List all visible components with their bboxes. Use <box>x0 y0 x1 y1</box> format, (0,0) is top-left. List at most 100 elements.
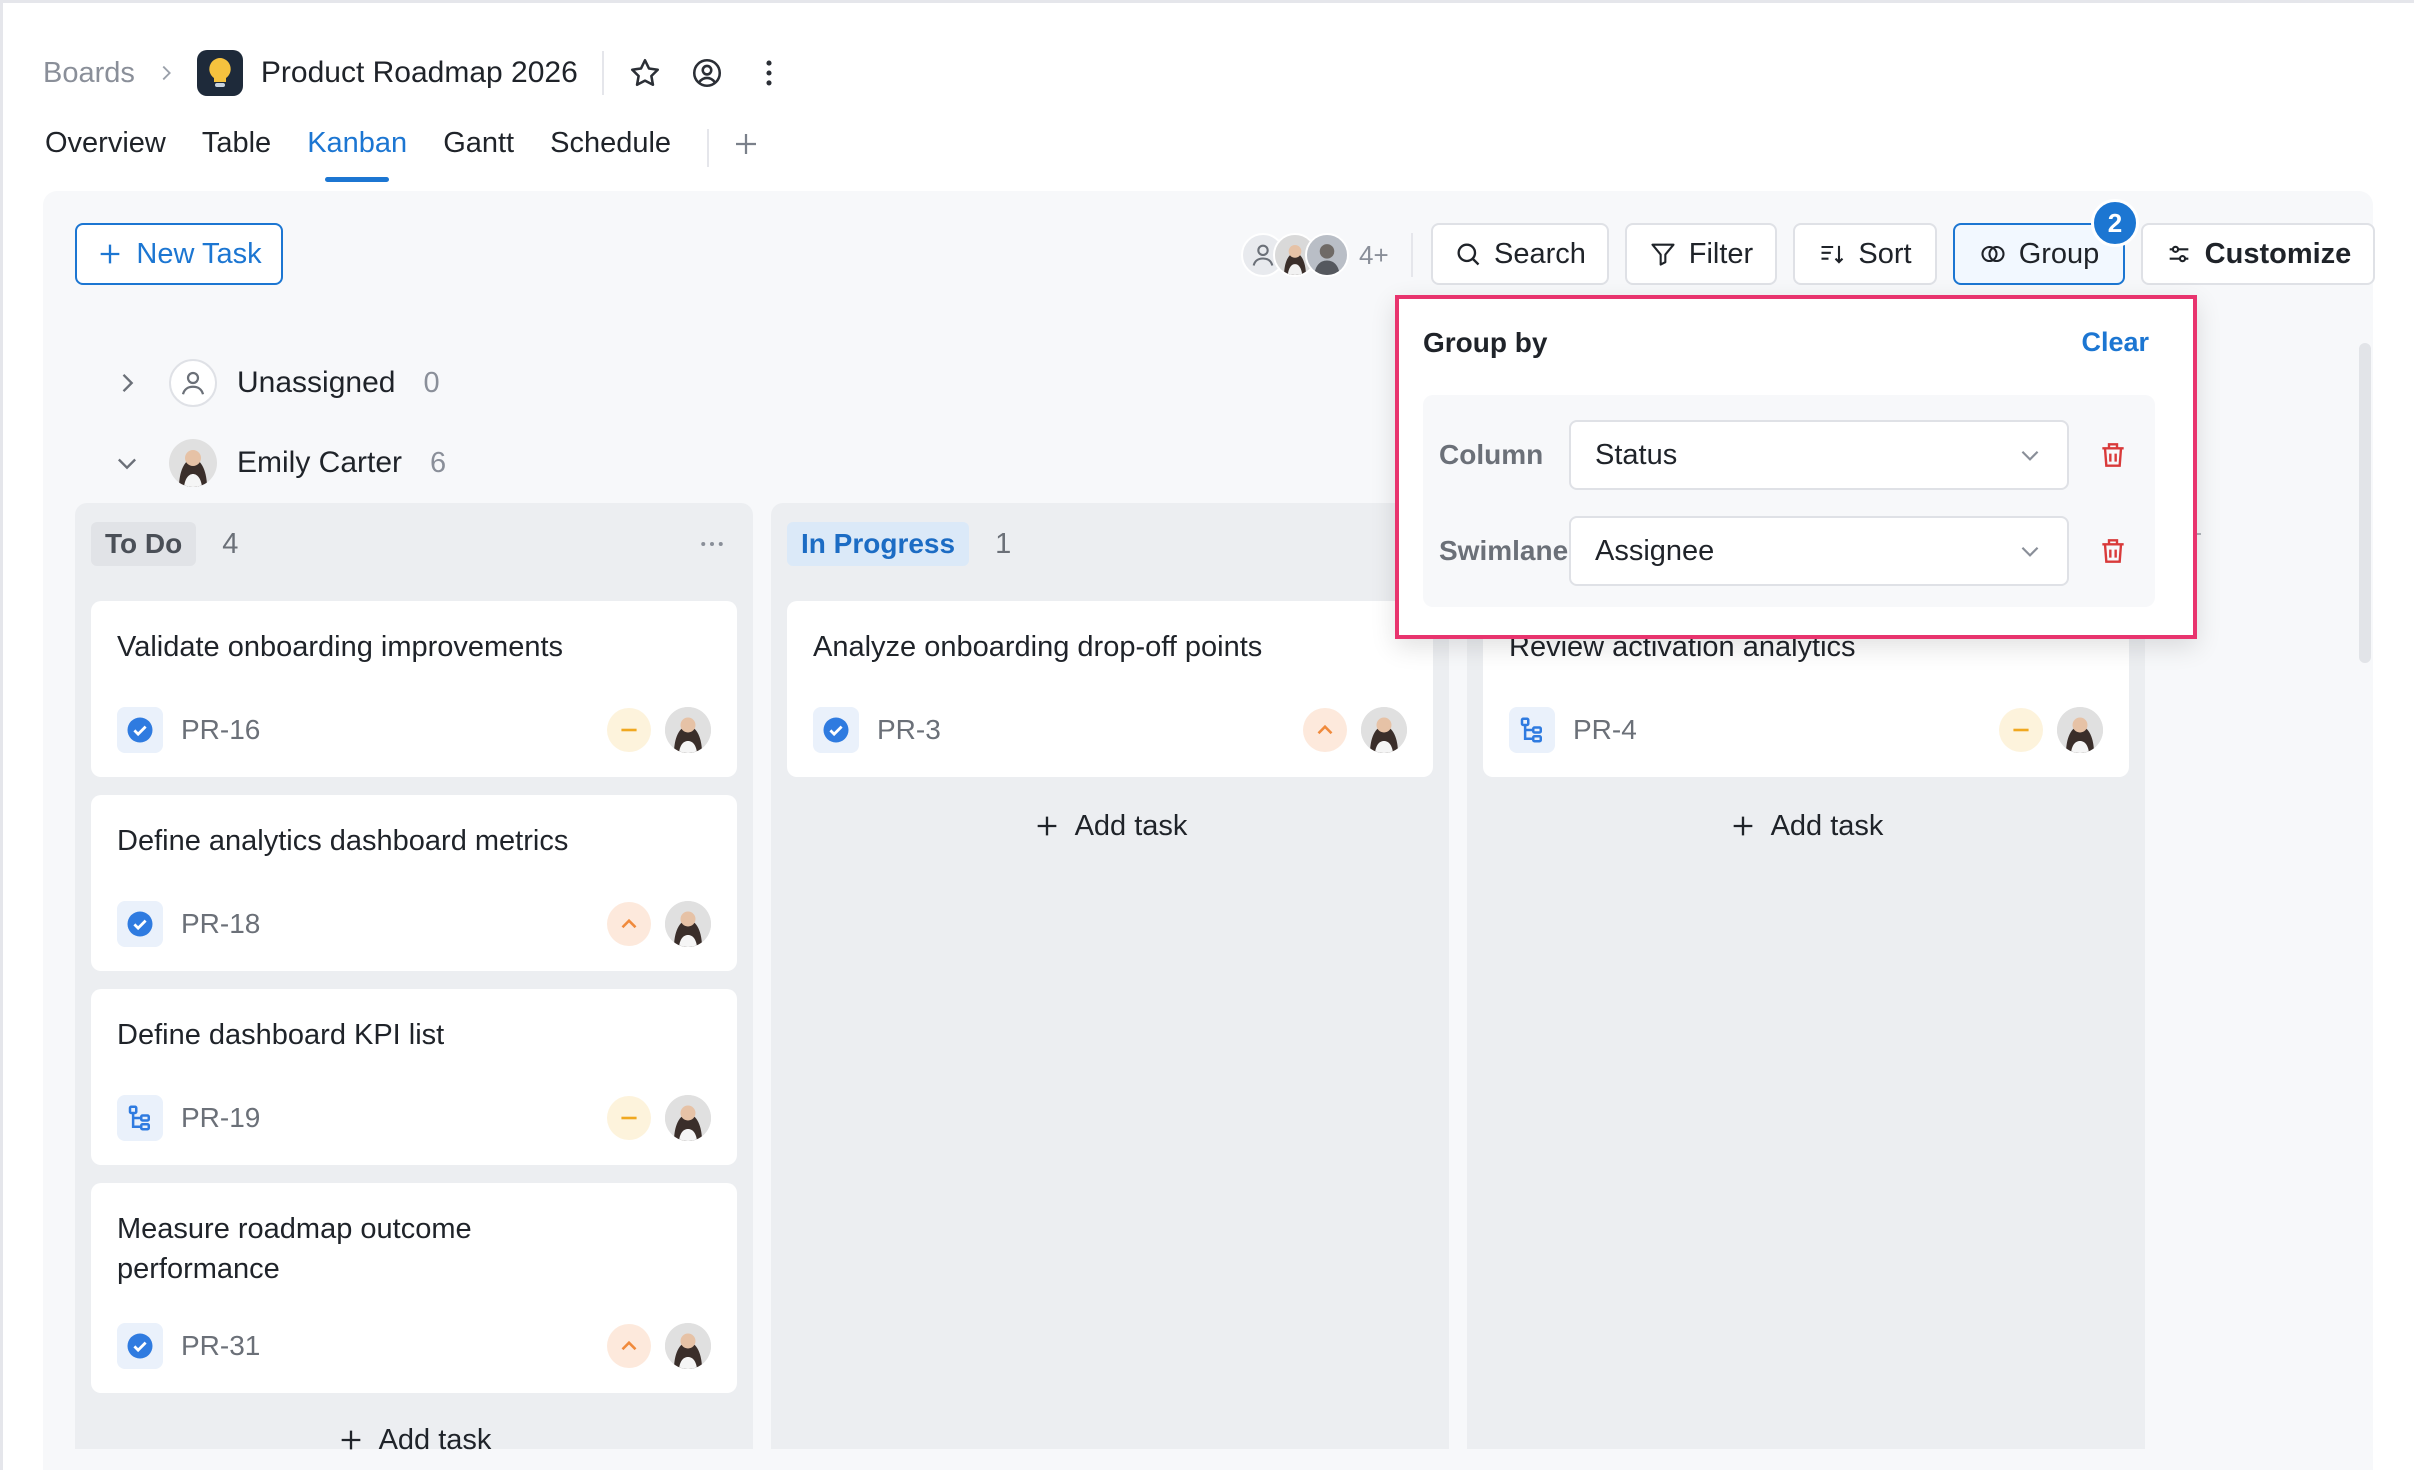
group-by-popover: Group by Clear Column Status Swimlane As… <box>1395 295 2197 639</box>
swimlane-emily-carter[interactable]: Emily Carter 6 <box>113 435 446 491</box>
avatar <box>665 1323 711 1369</box>
group-icon <box>1981 245 2005 263</box>
column-third: Review activation analytics PR-4 Add tas… <box>1467 503 2145 1449</box>
trash-icon[interactable] <box>2097 535 2129 567</box>
more-horizontal-icon[interactable] <box>697 529 727 559</box>
task-title: Analyze onboarding drop-off points <box>813 631 1263 663</box>
add-task-label: Add task <box>1770 809 1884 842</box>
member-avatars[interactable]: 4+ <box>1241 229 1389 281</box>
sliders-icon <box>2169 245 2189 263</box>
chevron-down-icon <box>2021 546 2039 557</box>
column-count: 4 <box>222 527 239 560</box>
plus-icon <box>341 1430 360 1450</box>
column-group-select[interactable]: Status <box>1569 420 2069 490</box>
sort-button[interactable]: Sort <box>1793 223 1937 285</box>
swimlane-count: 6 <box>430 446 447 479</box>
group-row-label: Swimlane <box>1439 535 1569 566</box>
customize-button[interactable]: Customize <box>2141 223 2375 285</box>
priority-medium-icon <box>607 1096 651 1140</box>
task-card[interactable]: Validate onboarding improvements PR-16 <box>91 601 737 777</box>
swimlane-count: 0 <box>423 366 440 399</box>
task-card[interactable]: Define dashboard KPI list PR-19 <box>91 989 737 1165</box>
filter-button[interactable]: Filter <box>1625 223 1777 285</box>
column-header: In Progress 1 <box>787 519 1011 569</box>
user-placeholder-icon <box>169 359 217 407</box>
more-vertical-icon[interactable] <box>752 56 786 90</box>
breadcrumb-boards-link[interactable]: Boards <box>43 57 135 90</box>
tab-table[interactable]: Table <box>202 127 271 160</box>
check-icon <box>117 707 163 753</box>
column-count: 1 <box>995 527 1012 560</box>
search-button[interactable]: Search <box>1431 223 1609 285</box>
tab-schedule[interactable]: Schedule <box>550 127 671 160</box>
add-task-button[interactable]: Add task <box>771 801 1449 851</box>
clear-grouping-button[interactable]: Clear <box>2081 327 2149 358</box>
swimlane-unassigned[interactable]: Unassigned 0 <box>113 355 440 411</box>
group-row-label: Column <box>1439 439 1544 470</box>
sort-icon <box>1821 245 1844 264</box>
check-icon <box>117 1323 163 1369</box>
vertical-scrollbar[interactable] <box>2359 343 2371 663</box>
swimlane-name: Unassigned <box>237 366 396 399</box>
task-title: Validate onboarding improvements <box>117 631 564 663</box>
status-tag: To Do <box>91 522 197 566</box>
plus-icon <box>1037 816 1056 836</box>
task-title: Measure roadmap outcome performance <box>117 1213 472 1285</box>
subtask-icon <box>117 1095 163 1141</box>
add-task-label: Add task <box>1074 809 1188 842</box>
task-card[interactable]: Analyze onboarding drop-off points PR-3 <box>787 601 1433 777</box>
task-card[interactable]: Define analytics dashboard metrics PR-18 <box>91 795 737 971</box>
plus-icon <box>101 244 120 264</box>
status-tag: In Progress <box>787 522 970 566</box>
group-row-column: Column Status <box>1423 419 2155 491</box>
group-rules: Column Status Swimlane Assignee <box>1423 395 2155 607</box>
filter-label: Filter <box>1688 237 1754 270</box>
task-id: PR-19 <box>181 1102 261 1133</box>
avatar <box>2057 707 2103 753</box>
page-title: Product Roadmap 2026 <box>260 56 578 89</box>
priority-medium-icon <box>607 708 651 752</box>
check-icon <box>117 901 163 947</box>
tabs-divider <box>707 129 710 167</box>
star-icon[interactable] <box>628 56 662 90</box>
filter-icon <box>1651 243 1675 266</box>
chevron-down-icon[interactable] <box>113 449 141 477</box>
sort-label: Sort <box>1858 237 1912 270</box>
avatar <box>665 1095 711 1141</box>
app-window: Boards Product Roadmap 2026 Overview Tab… <box>0 0 2414 1470</box>
group-row-swimlane: Swimlane Assignee <box>1423 515 2155 587</box>
column-in-progress: In Progress 1 Analyze onboarding drop-of… <box>771 503 1449 1449</box>
add-task-button[interactable]: Add task <box>1467 801 2145 851</box>
task-id: PR-4 <box>1573 714 1637 745</box>
task-id: PR-18 <box>181 908 261 939</box>
swimlane-name: Emily Carter <box>237 446 403 479</box>
priority-medium-icon <box>1999 708 2043 752</box>
watch-icon[interactable] <box>690 56 724 90</box>
new-task-button[interactable]: New Task <box>75 223 283 285</box>
popover-title: Group by <box>1423 327 1548 358</box>
add-task-button[interactable]: Add task <box>75 1415 753 1465</box>
priority-high-icon <box>607 1324 651 1368</box>
more-members-count: 4+ <box>1359 239 1389 270</box>
search-label: Search <box>1494 237 1586 270</box>
tab-kanban[interactable]: Kanban <box>307 127 407 182</box>
column-header: To Do 4 <box>91 519 238 569</box>
group-count-badge: 2 <box>2091 199 2139 247</box>
tab-gantt[interactable]: Gantt <box>443 127 514 160</box>
task-card[interactable]: Measure roadmap outcome performance PR-3… <box>91 1183 737 1393</box>
task-id: PR-31 <box>181 1330 261 1361</box>
new-task-label: New Task <box>136 237 262 270</box>
chevron-right-icon[interactable] <box>113 369 141 397</box>
select-value: Status <box>1595 438 1678 471</box>
select-value: Assignee <box>1595 534 1715 567</box>
add-view-icon[interactable] <box>731 129 761 159</box>
breadcrumb: Boards Product Roadmap 2026 <box>43 43 814 103</box>
toolbar-divider <box>1411 233 1413 277</box>
task-id: PR-16 <box>181 714 261 745</box>
customize-label: Customize <box>2204 237 2352 270</box>
swimlane-group-select[interactable]: Assignee <box>1569 516 2069 586</box>
search-icon <box>1457 243 1480 266</box>
tab-overview[interactable]: Overview <box>45 127 166 160</box>
trash-icon[interactable] <box>2097 439 2129 471</box>
chevron-right-icon <box>162 65 171 81</box>
